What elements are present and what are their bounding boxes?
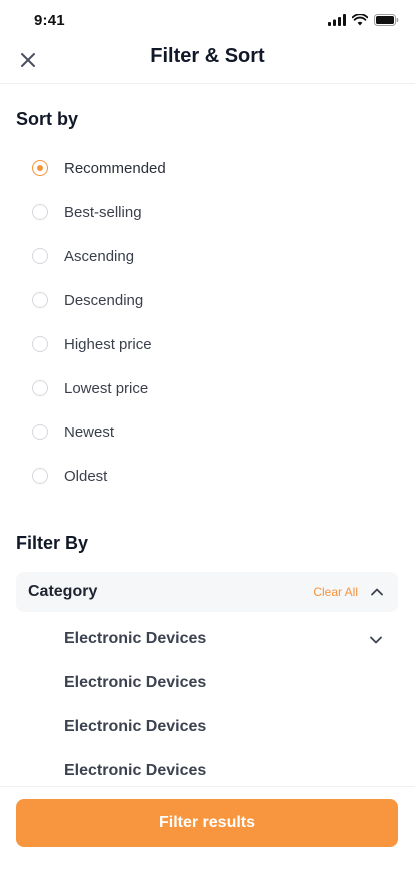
sort-option-descending[interactable]: Descending [0, 278, 415, 322]
sort-section-title: Sort by [16, 109, 79, 129]
sort-option-oldest[interactable]: Oldest [0, 454, 415, 498]
chevron-down-icon[interactable] [369, 633, 383, 647]
sort-option-label: Ascending [64, 247, 135, 265]
status-time: 9:41 [34, 12, 65, 29]
category-accordion-header[interactable]: Category Clear All [16, 572, 398, 612]
radio-unselected-icon[interactable] [32, 336, 48, 352]
sort-option-recommended[interactable]: Recommended [0, 146, 415, 190]
sort-option-label: Lowest price [64, 379, 149, 397]
radio-unselected-icon[interactable] [32, 204, 48, 220]
category-item-label: Electronic Devices [64, 630, 207, 647]
filter-section-title: Filter By [16, 533, 89, 553]
filter-results-button[interactable]: Filter results [16, 799, 398, 847]
radio-unselected-icon[interactable] [32, 248, 48, 264]
footer: Filter results [0, 786, 415, 896]
category-label: Category [28, 583, 98, 600]
sort-option-label: Newest [64, 423, 115, 441]
category-item[interactable]: Electronic Devices [0, 662, 415, 706]
category-list: Electronic Devices Electronic Devices El… [0, 618, 415, 794]
sort-option-best-selling[interactable]: Best-selling [0, 190, 415, 234]
sort-option-ascending[interactable]: Ascending [0, 234, 415, 278]
radio-unselected-icon[interactable] [32, 468, 48, 484]
clear-all-link[interactable]: Clear All [313, 585, 358, 599]
battery-icon [374, 14, 399, 26]
sort-option-lowest-price[interactable]: Lowest price [0, 366, 415, 410]
category-item[interactable]: Electronic Devices [0, 618, 415, 662]
radio-selected-icon[interactable] [32, 160, 48, 176]
category-item-label: Electronic Devices [64, 674, 207, 691]
radio-unselected-icon[interactable] [32, 424, 48, 440]
status-icons [328, 14, 399, 26]
wifi-icon [352, 14, 368, 26]
radio-unselected-icon[interactable] [32, 292, 48, 308]
page-title: Filter & Sort [150, 45, 265, 67]
category-item[interactable]: Electronic Devices [0, 706, 415, 750]
sort-option-label: Highest price [64, 335, 152, 353]
category-item-label: Electronic Devices [64, 762, 207, 779]
header: Filter & Sort [0, 36, 415, 84]
sort-options-list: Recommended Best-selling Ascending Desce… [0, 146, 415, 498]
radio-unselected-icon[interactable] [32, 380, 48, 396]
sort-option-label: Recommended [64, 159, 166, 177]
sort-option-label: Oldest [64, 467, 108, 485]
sort-option-highest-price[interactable]: Highest price [0, 322, 415, 366]
sort-option-label: Best-selling [64, 203, 142, 221]
sort-option-label: Descending [64, 291, 144, 309]
category-item-label: Electronic Devices [64, 718, 207, 735]
cellular-signal-icon [328, 14, 346, 26]
sort-option-newest[interactable]: Newest [0, 410, 415, 454]
chevron-up-icon[interactable] [370, 585, 384, 599]
